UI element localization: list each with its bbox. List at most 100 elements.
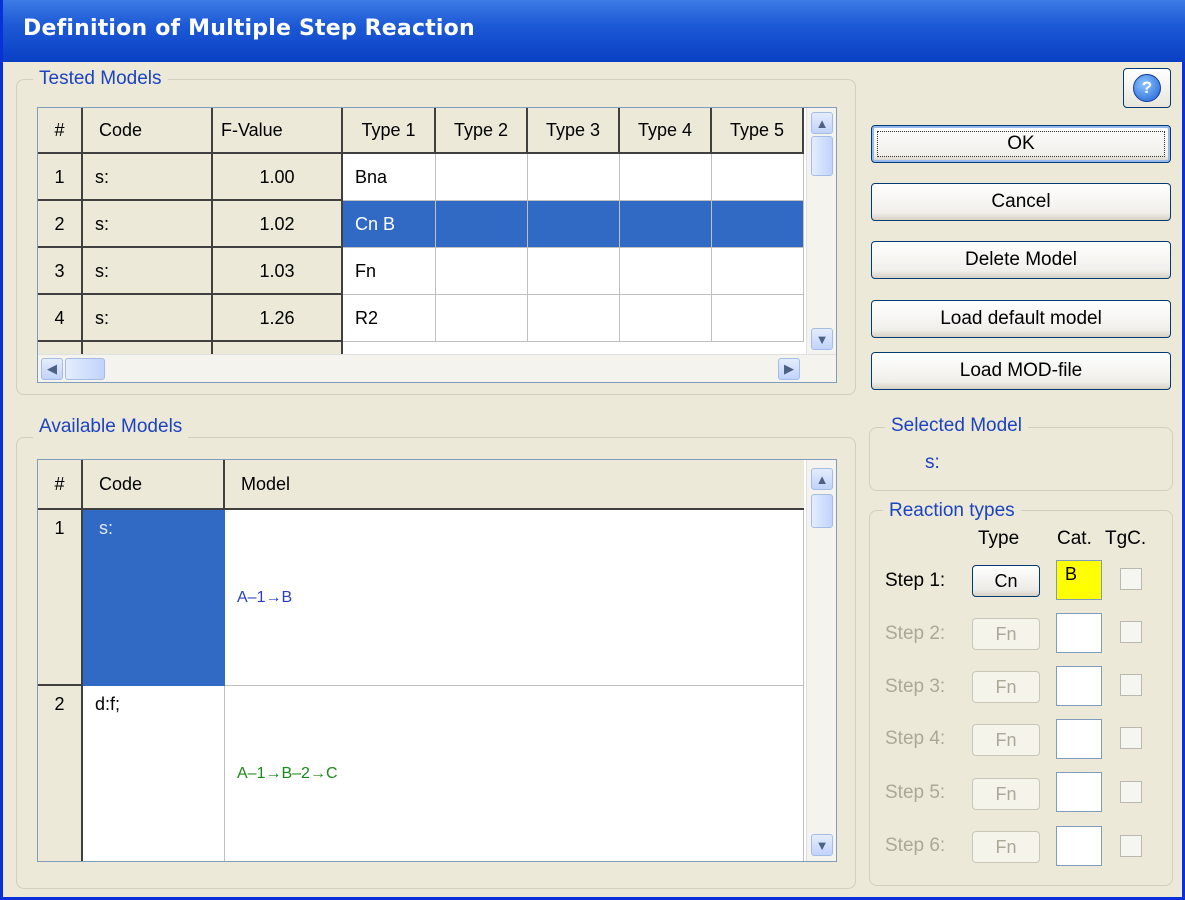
cell-fvalue-partial	[213, 342, 343, 354]
cell-type1[interactable]: Fn	[343, 248, 436, 295]
step-label: Step 3:	[885, 676, 946, 697]
help-button[interactable]: ?	[1123, 68, 1171, 108]
available-models-table[interactable]: # Code Model 1 s: A–1→B 2 d:f; A–1→B–2→C…	[37, 459, 837, 862]
delete-model-button[interactable]: Delete Model	[871, 241, 1171, 279]
cell-type2[interactable]	[436, 154, 528, 201]
cancel-button[interactable]: Cancel	[871, 183, 1171, 221]
step-tgc-checkbox[interactable]	[1120, 621, 1142, 643]
step-cat-field[interactable]	[1056, 826, 1102, 866]
cell-code-partial	[83, 342, 213, 354]
cell-type2-selected[interactable]	[436, 201, 528, 248]
cell-type4[interactable]	[620, 154, 712, 201]
cell-type5[interactable]	[712, 248, 804, 295]
col-header-model[interactable]: Model	[225, 460, 804, 510]
cell-type4[interactable]	[620, 248, 712, 295]
selected-model-label: Selected Model	[885, 415, 1028, 437]
step-type-button[interactable]: Fn	[972, 671, 1040, 703]
scroll-thumb[interactable]	[811, 494, 833, 528]
type-column-header: Type	[978, 528, 1020, 549]
ok-button[interactable]: OK	[871, 125, 1171, 163]
step-tgc-checkbox[interactable]	[1120, 568, 1142, 590]
col-header-type5[interactable]: Type 5	[712, 108, 804, 154]
title-bar[interactable]: Definition of Multiple Step Reaction	[3, 0, 1185, 62]
cell-type3[interactable]	[528, 154, 620, 201]
step-tgc-checkbox[interactable]	[1120, 781, 1142, 803]
cell-model[interactable]: A–1→B–2→C	[225, 686, 804, 861]
step-type-button[interactable]: Fn	[972, 831, 1040, 863]
cell-type5[interactable]	[712, 154, 804, 201]
cell-fvalue[interactable]: 1.00	[213, 154, 343, 201]
tgc-column-header: TgC.	[1105, 528, 1147, 549]
row-number[interactable]: 2	[38, 201, 83, 248]
row-number[interactable]: 1	[38, 510, 83, 686]
scroll-thumb-horizontal[interactable]	[65, 358, 105, 380]
col-header-type2[interactable]: Type 2	[436, 108, 528, 154]
cell-type4[interactable]	[620, 295, 712, 342]
row-number[interactable]: 3	[38, 248, 83, 295]
tested-vertical-scrollbar[interactable]: ▲ ▼	[806, 108, 836, 354]
cell-type5[interactable]	[712, 295, 804, 342]
cell-type4-selected[interactable]	[620, 201, 712, 248]
cell-type1[interactable]: Bna	[343, 154, 436, 201]
cell-type2[interactable]	[436, 248, 528, 295]
cell-fvalue[interactable]: 1.02	[213, 201, 343, 248]
selected-model-value: s:	[925, 452, 940, 473]
cell-fvalue[interactable]: 1.26	[213, 295, 343, 342]
step-cat-field[interactable]	[1056, 719, 1102, 759]
step-cat-field[interactable]: B	[1056, 560, 1102, 600]
row-number[interactable]: 2	[38, 686, 83, 861]
cell-code[interactable]: d:f;	[83, 686, 225, 861]
cat-column-header: Cat.	[1057, 528, 1092, 549]
step-type-button[interactable]: Fn	[972, 618, 1040, 650]
col-header-type3[interactable]: Type 3	[528, 108, 620, 154]
cell-type5-selected[interactable]	[712, 201, 804, 248]
scroll-down-button[interactable]: ▼	[811, 834, 833, 856]
scroll-thumb[interactable]	[811, 136, 833, 176]
col-header-type4[interactable]: Type 4	[620, 108, 712, 154]
cell-type1[interactable]: R2	[343, 295, 436, 342]
scroll-up-button[interactable]: ▲	[811, 112, 833, 134]
step-cat-field[interactable]	[1056, 666, 1102, 706]
step-tgc-checkbox[interactable]	[1120, 674, 1142, 696]
step-tgc-checkbox[interactable]	[1120, 727, 1142, 749]
step-cat-field[interactable]	[1056, 772, 1102, 812]
col-header-num[interactable]: #	[38, 108, 83, 154]
tested-horizontal-scrollbar[interactable]: ◀ ▶	[38, 354, 836, 382]
col-header-num[interactable]: #	[38, 460, 83, 510]
col-header-fvalue[interactable]: F-Value	[213, 108, 343, 154]
cell-code[interactable]: s:	[83, 154, 213, 201]
scroll-left-button[interactable]: ◀	[41, 358, 63, 380]
load-default-model-button[interactable]: Load default model	[871, 300, 1171, 338]
col-header-code[interactable]: Code	[83, 460, 225, 510]
row-number[interactable]: 4	[38, 295, 83, 342]
step-type-button[interactable]: Cn	[972, 565, 1040, 597]
scroll-right-button[interactable]: ▶	[778, 358, 800, 380]
cell-model[interactable]: A–1→B	[225, 510, 804, 686]
scroll-up-button[interactable]: ▲	[811, 468, 833, 490]
tested-models-table[interactable]: # Code F-Value Type 1 Type 2 Type 3 Type…	[37, 107, 837, 383]
step-type-button[interactable]: Fn	[972, 724, 1040, 756]
step-label: Step 4:	[885, 728, 946, 749]
step-label: Step 2:	[885, 623, 946, 644]
cell-type3[interactable]	[528, 295, 620, 342]
load-mod-file-button[interactable]: Load MOD-file	[871, 352, 1171, 390]
cell-code[interactable]: s:	[83, 248, 213, 295]
available-vertical-scrollbar[interactable]: ▲ ▼	[806, 460, 836, 861]
step-tgc-checkbox[interactable]	[1120, 835, 1142, 857]
col-header-code[interactable]: Code	[83, 108, 213, 154]
step-type-button[interactable]: Fn	[972, 778, 1040, 810]
cell-fvalue[interactable]: 1.03	[213, 248, 343, 295]
cell-type3-selected[interactable]	[528, 201, 620, 248]
reaction-types-label: Reaction types	[883, 500, 1021, 522]
step-cat-field[interactable]	[1056, 613, 1102, 653]
dialog-window: Definition of Multiple Step Reaction Tes…	[0, 0, 1185, 900]
cell-type1-selected[interactable]: Cn B	[343, 201, 436, 248]
cell-code[interactable]: s:	[83, 201, 213, 248]
cell-code[interactable]: s:	[83, 295, 213, 342]
cell-type2[interactable]	[436, 295, 528, 342]
cell-code-selected[interactable]: s:	[83, 510, 225, 686]
cell-type3[interactable]	[528, 248, 620, 295]
col-header-type1[interactable]: Type 1	[343, 108, 436, 154]
scroll-down-button[interactable]: ▼	[811, 328, 833, 350]
row-number[interactable]: 1	[38, 154, 83, 201]
